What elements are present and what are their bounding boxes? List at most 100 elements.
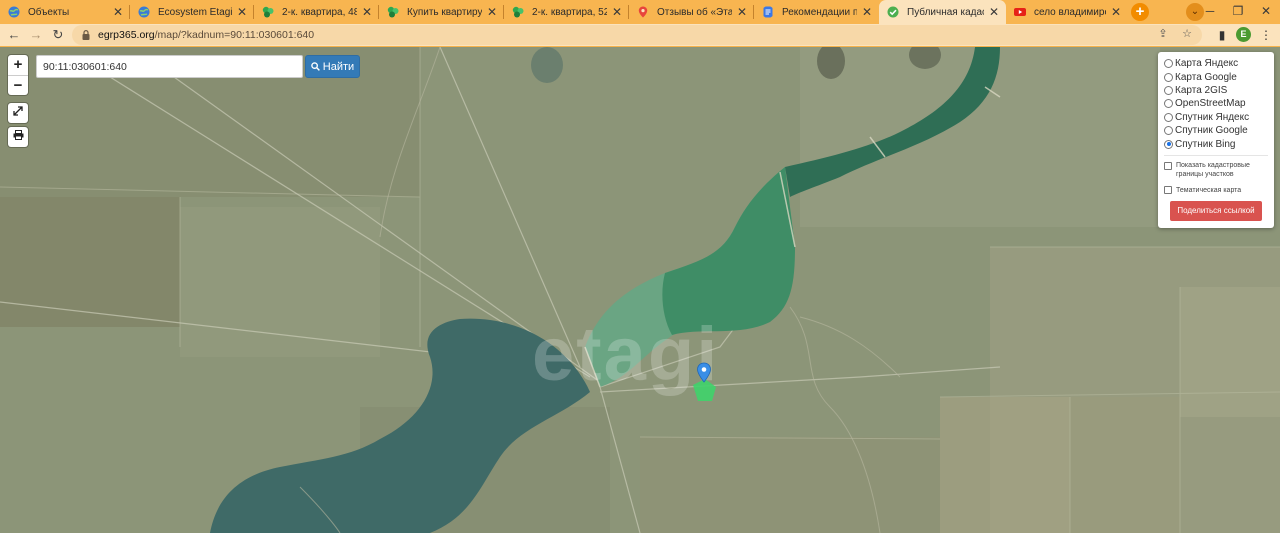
- window-close-icon[interactable]: ✕: [1254, 0, 1278, 24]
- checkbox[interactable]: [1164, 161, 1172, 170]
- layer-option-yandex-satellite[interactable]: Спутник Яндекс: [1164, 111, 1268, 124]
- cadastral-search-input[interactable]: [36, 55, 303, 78]
- print-button[interactable]: [8, 127, 28, 147]
- tab-buy-apartment[interactable]: Купить квартиру 0 в ✕: [379, 0, 504, 24]
- search-icon: [311, 62, 320, 71]
- radio-button[interactable]: [1164, 72, 1173, 82]
- etagi-icon: [262, 6, 274, 18]
- layer-label: Спутник Bing: [1175, 138, 1236, 150]
- radio-button[interactable]: [1164, 99, 1173, 109]
- tab-recommendations[interactable]: Рекомендации по опл ✕: [754, 0, 879, 24]
- layer-label: Спутник Яндекс: [1175, 111, 1250, 123]
- lock-icon: [82, 30, 90, 40]
- radio-button[interactable]: [1164, 126, 1173, 136]
- close-icon[interactable]: ✕: [1110, 5, 1122, 19]
- tab-label: Отзывы об «Этажи», Р: [657, 6, 732, 18]
- satellite-map[interactable]: + − Найти etagi Карта Яндекс Карта Googl…: [0, 47, 1280, 533]
- show-cadastral-label: Показать кадастровые границы участков: [1176, 161, 1250, 178]
- tab-vladimirovka-video[interactable]: село владимировка Ч ✕: [1006, 0, 1128, 24]
- field: [940, 397, 1070, 533]
- checkbox[interactable]: [1164, 185, 1172, 194]
- tab-reviews[interactable]: Отзывы об «Этажи», Р ✕: [629, 0, 754, 24]
- radio-button[interactable]: [1164, 112, 1173, 122]
- close-icon[interactable]: ✕: [988, 5, 1000, 19]
- layer-label: Спутник Google: [1175, 125, 1248, 137]
- tab-public-cadastral-map[interactable]: Публичная кадастров ✕: [879, 0, 1006, 24]
- zoom-out-button[interactable]: −: [8, 75, 28, 95]
- close-icon[interactable]: ✕: [736, 5, 748, 19]
- map-pin-icon: [638, 6, 648, 18]
- globe-icon: [8, 6, 20, 18]
- zoom-in-button[interactable]: +: [8, 55, 28, 75]
- tab-label: Купить квартиру 0 в: [407, 6, 482, 18]
- tab-objects[interactable]: Объекты ✕: [0, 0, 130, 24]
- document-icon: [763, 6, 773, 18]
- tab-label: село владимировка Ч: [1034, 6, 1106, 18]
- print-icon: [13, 130, 23, 140]
- etagi-icon: [512, 6, 524, 18]
- layer-label: Карта Google: [1175, 71, 1237, 83]
- maximize-icon[interactable]: ❐: [1226, 0, 1250, 24]
- share-icon[interactable]: ⇪: [1156, 27, 1170, 41]
- parcel-marker[interactable]: [690, 361, 720, 405]
- back-button[interactable]: ←: [4, 25, 24, 45]
- new-tab-button[interactable]: +: [1131, 3, 1149, 21]
- layer-option-bing-satellite[interactable]: Спутник Bing: [1164, 137, 1268, 150]
- address-bar-actions: ⇪ ☆: [1156, 27, 1194, 41]
- address-bar[interactable]: egrp365.org/map/?kadnum=90:11:030601:640…: [72, 25, 1202, 45]
- map-pin-icon: [697, 362, 711, 383]
- thematic-map-label: Тематическая карта: [1176, 186, 1242, 194]
- tab-apartment-52[interactable]: 2-к. квартира, 52 м², 3 ✕: [504, 0, 629, 24]
- tab-label: Рекомендации по опл: [782, 6, 857, 18]
- close-icon[interactable]: ✕: [361, 5, 373, 19]
- field: [1180, 287, 1280, 417]
- radio-button[interactable]: [1164, 59, 1173, 69]
- pin-dot: [701, 367, 707, 372]
- layer-option-yandex-map[interactable]: Карта Яндекс: [1164, 57, 1268, 70]
- close-icon[interactable]: ✕: [486, 5, 498, 19]
- divider: [1164, 154, 1268, 156]
- field: [1070, 397, 1180, 533]
- side-panel-icon[interactable]: ▮: [1212, 25, 1232, 45]
- layer-option-openstreetmap[interactable]: OpenStreetMap: [1164, 97, 1268, 110]
- layer-option-google-map[interactable]: Карта Google: [1164, 70, 1268, 83]
- close-icon[interactable]: ✕: [611, 5, 623, 19]
- url-host: egrp365.org: [98, 29, 155, 41]
- layer-label: Карта Яндекс: [1175, 58, 1239, 70]
- tab-label: Ecosystem Etagi: [158, 6, 232, 18]
- terrain-patch: [640, 437, 940, 533]
- browser-toolbar: ← → ↻ egrp365.org/map/?kadnum=90:11:0306…: [0, 24, 1280, 46]
- url-path: /map/?kadnum=90:11:030601:640: [154, 29, 315, 41]
- satellite-imagery: [0, 47, 1280, 533]
- radio-button-selected[interactable]: [1164, 139, 1173, 149]
- tab-apartment-48[interactable]: 2-к. квартира, 48,5 м², ✕: [254, 0, 379, 24]
- close-icon[interactable]: ✕: [236, 5, 248, 19]
- parcel-polygon: [693, 379, 716, 401]
- pond: [531, 47, 563, 83]
- close-icon[interactable]: ✕: [112, 5, 124, 19]
- share-link-button[interactable]: Поделиться ссылкой: [1170, 200, 1262, 221]
- show-cadastral-boundaries-option[interactable]: Показать кадастровые границы участков: [1164, 161, 1268, 179]
- minimize-icon[interactable]: ─: [1198, 0, 1222, 24]
- tab-label: Объекты: [28, 6, 70, 18]
- radio-button[interactable]: [1164, 85, 1173, 95]
- close-icon[interactable]: ✕: [861, 5, 873, 19]
- tab-ecosystem-etagi[interactable]: Ecosystem Etagi ✕: [130, 0, 254, 24]
- layer-option-google-satellite[interactable]: Спутник Google: [1164, 124, 1268, 137]
- tab-label: Публичная кадастров: [907, 6, 984, 18]
- thematic-map-option[interactable]: Тематическая карта: [1164, 185, 1268, 195]
- globe-icon: [138, 6, 150, 18]
- reload-button[interactable]: ↻: [48, 25, 68, 45]
- expand-icon: [13, 106, 23, 116]
- find-button[interactable]: Найти: [305, 55, 360, 78]
- bookmark-star-icon[interactable]: ☆: [1180, 27, 1194, 41]
- fullscreen-button[interactable]: [8, 103, 28, 123]
- layer-label: OpenStreetMap: [1175, 98, 1246, 110]
- tab-label: 2-к. квартира, 48,5 м²,: [282, 6, 357, 18]
- forward-button[interactable]: →: [26, 25, 46, 45]
- tab-label: 2-к. квартира, 52 м², 3: [532, 6, 607, 18]
- layer-option-2gis-map[interactable]: Карта 2GIS: [1164, 84, 1268, 97]
- browser-menu-icon[interactable]: ⋮: [1256, 25, 1276, 45]
- avatar[interactable]: E: [1236, 27, 1251, 42]
- layer-label: Карта 2GIS: [1175, 84, 1228, 96]
